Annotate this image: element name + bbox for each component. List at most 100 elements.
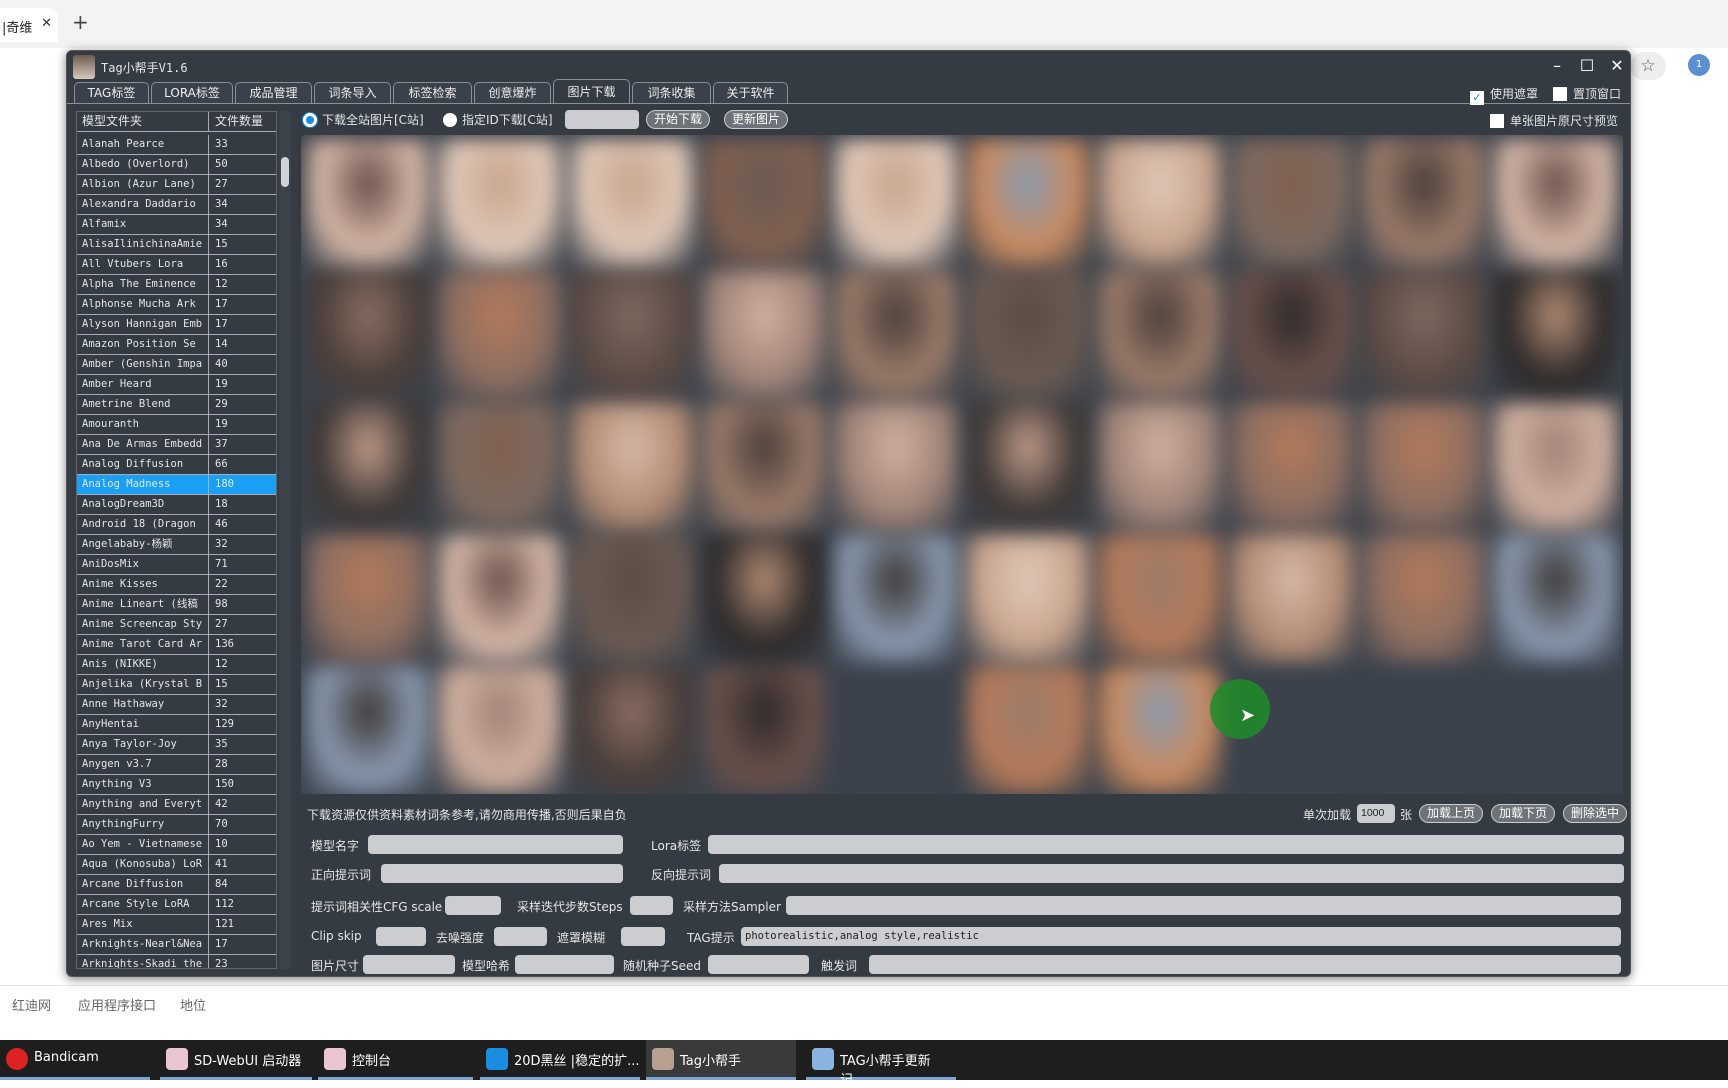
image-thumbnail[interactable] [1493,271,1619,399]
table-row[interactable]: Alfamix 34 [77,215,276,235]
image-thumbnail[interactable] [833,403,959,531]
table-row[interactable]: Amber (Genshin Impa 40 [77,355,276,375]
image-thumbnail[interactable] [305,403,431,531]
image-thumbnail[interactable] [305,535,431,663]
image-thumbnail[interactable] [1229,271,1355,399]
image-thumbnail[interactable] [1493,403,1619,531]
link[interactable]: 应用程序接口 [78,995,156,1014]
table-row[interactable]: AlisaIlinichinaAmie 15 [77,235,276,255]
table-row[interactable]: Amazon Position Se 14 [77,335,276,355]
image-thumbnail[interactable] [1229,535,1355,663]
image-thumbnail[interactable] [569,403,695,531]
table-row[interactable]: Ametrine Blend 29 [77,395,276,415]
next-page-button[interactable]: 加载下页 [1491,804,1555,823]
new-tab-icon[interactable]: + [72,10,89,34]
image-thumbnail[interactable] [1361,535,1487,663]
image-thumbnail[interactable] [1361,403,1487,531]
table-row[interactable]: Anya Taylor-Joy 35 [77,735,276,755]
positive-input[interactable] [381,864,623,883]
table-row[interactable]: Anygen v3.7 28 [77,755,276,775]
table-row[interactable]: Anime Tarot Card Ar 136 [77,635,276,655]
image-thumbnail[interactable] [437,667,563,794]
tab-2[interactable]: LORA标签 [151,82,233,103]
image-thumbnail[interactable] [569,271,695,399]
refresh-images-button[interactable]: 更新图片 [724,110,788,129]
image-thumbnail[interactable] [701,271,827,399]
image-thumbnail[interactable] [701,403,827,531]
table-row[interactable]: Anne Hathaway 32 [77,695,276,715]
bookmark-star-icon[interactable]: ☆ [1630,52,1666,80]
link[interactable]: 红迪网 [12,995,51,1014]
mask-blur-input[interactable] [621,927,665,946]
image-thumbnail[interactable] [701,535,827,663]
negative-input[interactable] [719,864,1624,883]
image-gallery[interactable]: ➤ [301,135,1623,794]
download-by-id-radio[interactable]: 指定ID下载[C站] [443,111,553,128]
image-thumbnail[interactable] [1097,271,1223,399]
delete-selected-button[interactable]: 删除选中 [1563,804,1627,823]
image-thumbnail[interactable] [305,667,431,794]
taskbar-item[interactable]: 控制台 [318,1040,473,1080]
table-row[interactable]: Alpha The Eminence 12 [77,275,276,295]
image-thumbnail[interactable] [965,403,1091,531]
load-count-input[interactable]: 1000 [1357,804,1395,823]
taskbar-item[interactable]: SD-WebUI 启动器 [160,1040,312,1080]
taskbar-item[interactable]: 20D黑丝 |稳定的扩... [480,1040,640,1080]
scrollbar-thumb[interactable] [281,157,289,187]
image-thumbnail[interactable] [1097,403,1223,531]
table-row[interactable]: Analog Diffusion 66 [77,455,276,475]
image-thumbnail[interactable] [701,139,827,267]
table-row[interactable]: Alyson Hannigan Emb 17 [77,315,276,335]
seed-input[interactable] [708,955,809,974]
table-row[interactable]: AnythingFurry 70 [77,815,276,835]
image-thumbnail[interactable] [305,139,431,267]
image-thumbnail[interactable] [1097,667,1223,794]
lora-tag-input[interactable] [708,835,1624,854]
single-preview-checkbox[interactable]: 单张图片原尺寸预览 [1490,112,1618,129]
table-row[interactable]: Alexandra Daddario 34 [77,195,276,215]
cfg-input[interactable] [445,896,501,915]
table-row[interactable]: Anything and Everyt 42 [77,795,276,815]
table-row[interactable]: Anime Kisses 22 [77,575,276,595]
table-row[interactable]: Arcane Diffusion 84 [77,875,276,895]
tab-8[interactable]: 词条收集 [632,82,711,103]
image-thumbnail[interactable] [833,535,959,663]
download-all-radio[interactable]: 下载全站图片[C站] [303,111,424,128]
image-thumbnail[interactable] [1361,667,1487,794]
close-button[interactable]: ✕ [1603,53,1631,79]
id-input[interactable] [565,110,639,129]
table-row[interactable]: Albedo (Overlord) 50 [77,155,276,175]
pin-window-checkbox[interactable]: 置顶窗口 [1553,85,1621,102]
tab-4[interactable]: 词条导入 [314,82,391,103]
image-thumbnail[interactable] [1229,403,1355,531]
table-row[interactable]: Anime Lineart (线稿 98 [77,595,276,615]
image-thumbnail[interactable] [1097,139,1223,267]
image-thumbnail[interactable] [569,667,695,794]
model-name-input[interactable] [368,835,623,854]
image-thumbnail[interactable] [569,139,695,267]
table-row[interactable]: Anis (NIKKE) 12 [77,655,276,675]
image-thumbnail[interactable] [701,667,827,794]
tab-5[interactable]: 标签检索 [393,82,472,103]
image-thumbnail[interactable] [1493,535,1619,663]
table-header[interactable]: 模型文件夹 文件数量 [77,112,276,132]
table-row[interactable]: Ao Yem - Vietnamese 10 [77,835,276,855]
table-row[interactable]: Alanah Pearce 33 [77,135,276,155]
table-row[interactable]: Alphonse Mucha Ark 17 [77,295,276,315]
taskbar-item[interactable]: Bandicam [0,1040,150,1080]
table-row[interactable]: Arknights-Skadi the 23 [77,955,276,968]
sampler-input[interactable] [786,896,1621,915]
model-hash-input[interactable] [515,955,614,974]
tab-1[interactable]: TAG标签 [74,82,149,103]
close-tab-icon[interactable]: ✕ [41,16,52,31]
table-row[interactable]: Angelababy-杨颖 32 [77,535,276,555]
image-thumbnail[interactable] [965,667,1091,794]
maximize-button[interactable]: ☐ [1573,53,1601,79]
image-thumbnail[interactable] [965,271,1091,399]
table-row[interactable]: Ana De Armas Embedd 37 [77,435,276,455]
steps-input[interactable] [630,896,673,915]
image-thumbnail[interactable] [437,535,563,663]
table-row[interactable]: AniDosMix 71 [77,555,276,575]
image-thumbnail[interactable] [305,271,431,399]
taskbar-item[interactable]: Tag小帮手 [646,1040,796,1080]
